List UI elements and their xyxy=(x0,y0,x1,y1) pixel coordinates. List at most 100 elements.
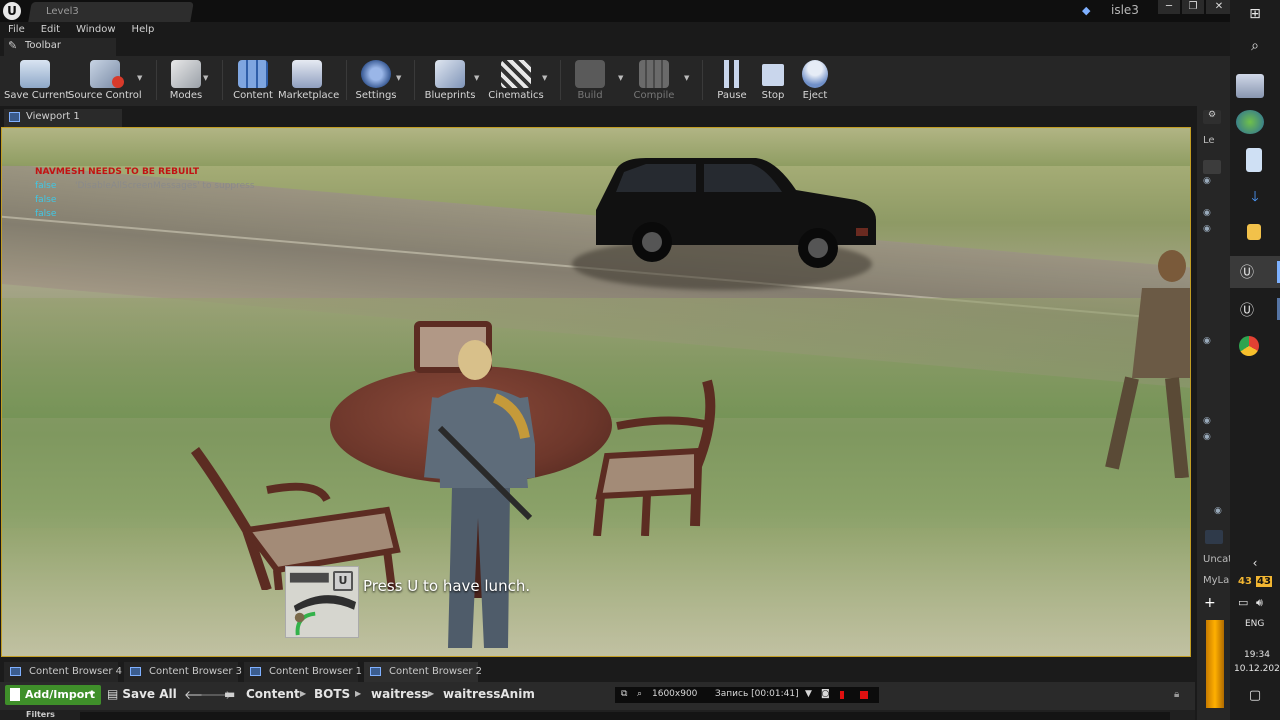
viewport-tab-label: Viewport 1 xyxy=(26,111,80,122)
asset-search-input[interactable] xyxy=(80,712,1170,720)
source-control-label: Source Control xyxy=(68,90,142,101)
network-icon[interactable]: ▭ xyxy=(1238,596,1248,609)
breadcrumb-separator-icon[interactable]: ▶ xyxy=(300,689,306,698)
taskbar-expand-chevron-icon[interactable]: ‹ xyxy=(1230,556,1280,570)
cinematics-dropdown-icon[interactable]: ▼ xyxy=(542,74,550,82)
view-options-eye-icon[interactable]: ◉ xyxy=(1214,506,1222,516)
menu-window[interactable]: Window xyxy=(68,22,123,38)
unreal-taskbar-icon[interactable]: Ⓤ xyxy=(1232,300,1262,320)
blueprints-button[interactable]: Blueprints xyxy=(424,56,476,106)
content-button[interactable]: Content xyxy=(232,56,274,106)
add-import-button[interactable]: Add/Import ▼ xyxy=(5,685,101,705)
recorder-window-icon[interactable]: ⧉ xyxy=(621,689,627,699)
visibility-eye-icon[interactable]: ◉ xyxy=(1203,336,1211,346)
toolbar-separator xyxy=(156,60,157,100)
minimize-button[interactable]: ─ xyxy=(1158,0,1180,14)
blueprint-tab-icon[interactable] xyxy=(1205,530,1223,544)
title-bar: U Level3 ◆ isle3 xyxy=(0,0,1230,22)
outliner-icon[interactable]: ⚙ xyxy=(1203,110,1221,124)
pause-label: Pause xyxy=(717,90,747,101)
visibility-eye-icon[interactable]: ◉ xyxy=(1203,176,1211,186)
tab-content-browser-3[interactable]: Content Browser 3 xyxy=(124,662,242,682)
breadcrumb-separator-icon[interactable]: ▶ xyxy=(355,689,361,698)
panel-search-icon[interactable] xyxy=(1203,160,1221,174)
tab-label: Content Browser 2 xyxy=(389,666,483,677)
save-current-button[interactable]: Save Current xyxy=(4,56,70,106)
tab-content-browser-2[interactable]: Content Browser 2 xyxy=(364,662,482,682)
compile-button: Compile xyxy=(632,56,676,106)
chrome-taskbar-icon[interactable] xyxy=(1239,336,1259,356)
eject-button[interactable]: Eject xyxy=(800,56,830,106)
level-tab[interactable]: Level3 xyxy=(28,2,194,22)
modes-dropdown-icon[interactable]: ▼ xyxy=(203,74,211,82)
breadcrumb-separator-icon[interactable]: ▶ xyxy=(428,689,434,698)
menu-edit[interactable]: Edit xyxy=(33,22,68,38)
level-tab-label: Level3 xyxy=(46,6,79,17)
folder-icon[interactable]: ▬ xyxy=(224,687,235,701)
visibility-eye-icon[interactable]: ◉ xyxy=(1203,432,1211,442)
stop-button[interactable]: Stop xyxy=(758,56,788,106)
save-current-label: Save Current xyxy=(4,90,70,101)
viewport-icon xyxy=(9,112,20,122)
recorder-dropdown-icon[interactable]: ▼ xyxy=(805,689,812,699)
visibility-eye-icon[interactable]: ◉ xyxy=(1203,416,1211,426)
cinematics-button[interactable]: Cinematics xyxy=(488,56,544,106)
debug-false-3: false xyxy=(35,209,57,219)
pause-button[interactable]: Pause xyxy=(714,56,750,106)
settings-button[interactable]: Settings xyxy=(354,56,398,106)
toolbar-separator xyxy=(702,60,703,100)
lock-icon[interactable]: 🔒︎ xyxy=(1174,689,1179,700)
toolbar-tab[interactable]: ✎ Toolbar xyxy=(4,38,116,56)
tab-content-browser-4[interactable]: Content Browser 4 xyxy=(4,662,122,682)
recorder-pause-icon[interactable] xyxy=(840,691,844,699)
menu-help[interactable]: Help xyxy=(124,22,163,38)
notifications-icon[interactable]: ▢ xyxy=(1230,688,1280,703)
cinematics-label: Cinematics xyxy=(488,90,544,101)
tab-label: Content Browser 4 xyxy=(29,666,123,677)
lunch-prompt-text: Press U to have lunch. xyxy=(363,577,531,595)
breadcrumb-waitress[interactable]: waitress xyxy=(371,687,428,701)
close-button[interactable]: ✕ xyxy=(1206,0,1232,14)
visibility-eye-icon[interactable]: ◉ xyxy=(1203,208,1211,218)
add-icon[interactable]: + xyxy=(1204,595,1231,611)
cinematics-icon xyxy=(501,60,531,88)
maximize-button[interactable]: ❐ xyxy=(1182,0,1204,14)
taskbar-app-icon[interactable] xyxy=(1236,110,1264,134)
breadcrumb-content[interactable]: Content xyxy=(246,687,300,701)
taskbar-search-icon[interactable]: ⌕ xyxy=(1230,38,1280,54)
recorder-zoom-icon[interactable]: ⌕ xyxy=(637,689,642,699)
source-control-button[interactable]: Source Control xyxy=(68,56,142,106)
windows-start-icon[interactable]: ⊞ xyxy=(1230,6,1280,22)
breadcrumb-bots[interactable]: BOTS xyxy=(314,687,350,701)
settings-icon xyxy=(361,60,391,88)
volume-icon[interactable]: 🔊︎ xyxy=(1256,596,1263,610)
taskbar-notepad-icon[interactable] xyxy=(1246,148,1262,172)
tab-content-browser-1[interactable]: Content Browser 1 xyxy=(244,662,362,682)
tab-label: Content Browser 1 xyxy=(269,666,363,677)
modes-button[interactable]: Modes xyxy=(164,56,208,106)
clock-date[interactable]: 10.12.2023 xyxy=(1234,664,1280,674)
save-all-button[interactable]: ▤ Save All xyxy=(107,687,177,701)
add-file-icon xyxy=(10,688,20,701)
taskbar-folder-icon[interactable] xyxy=(1247,224,1261,240)
tray-badge-b: 43 xyxy=(1256,576,1272,587)
game-viewport[interactable]: NAVMESH NEEDS TO BE REBUILT false 'Disab… xyxy=(1,127,1191,657)
filters-button[interactable]: Filters xyxy=(26,710,55,719)
taskbar-download-icon[interactable]: 🡓 xyxy=(1230,186,1280,210)
visibility-eye-icon[interactable]: ◉ xyxy=(1203,224,1211,234)
recorder-stop-icon[interactable] xyxy=(860,691,868,699)
viewport-tab[interactable]: Viewport 1 xyxy=(4,109,122,127)
marketplace-button[interactable]: Marketplace xyxy=(278,56,339,106)
details-label-mylayer: MyLa xyxy=(1203,575,1230,586)
settings-dropdown-icon[interactable]: ▼ xyxy=(396,74,404,82)
taskbar-app-icon[interactable] xyxy=(1236,74,1264,98)
windows-taskbar xyxy=(1230,0,1280,720)
breadcrumb-waitressanim[interactable]: waitressAnim xyxy=(443,687,535,701)
source-control-dropdown-icon[interactable]: ▼ xyxy=(137,74,145,82)
unreal-taskbar-icon[interactable]: Ⓤ xyxy=(1232,262,1262,282)
blueprints-dropdown-icon[interactable]: ▼ xyxy=(474,74,482,82)
clock-time[interactable]: 19:34 xyxy=(1244,650,1270,660)
menu-file[interactable]: File xyxy=(0,22,33,38)
language-indicator[interactable]: ENG xyxy=(1245,619,1264,629)
camera-icon[interactable]: ◙ xyxy=(821,689,830,699)
